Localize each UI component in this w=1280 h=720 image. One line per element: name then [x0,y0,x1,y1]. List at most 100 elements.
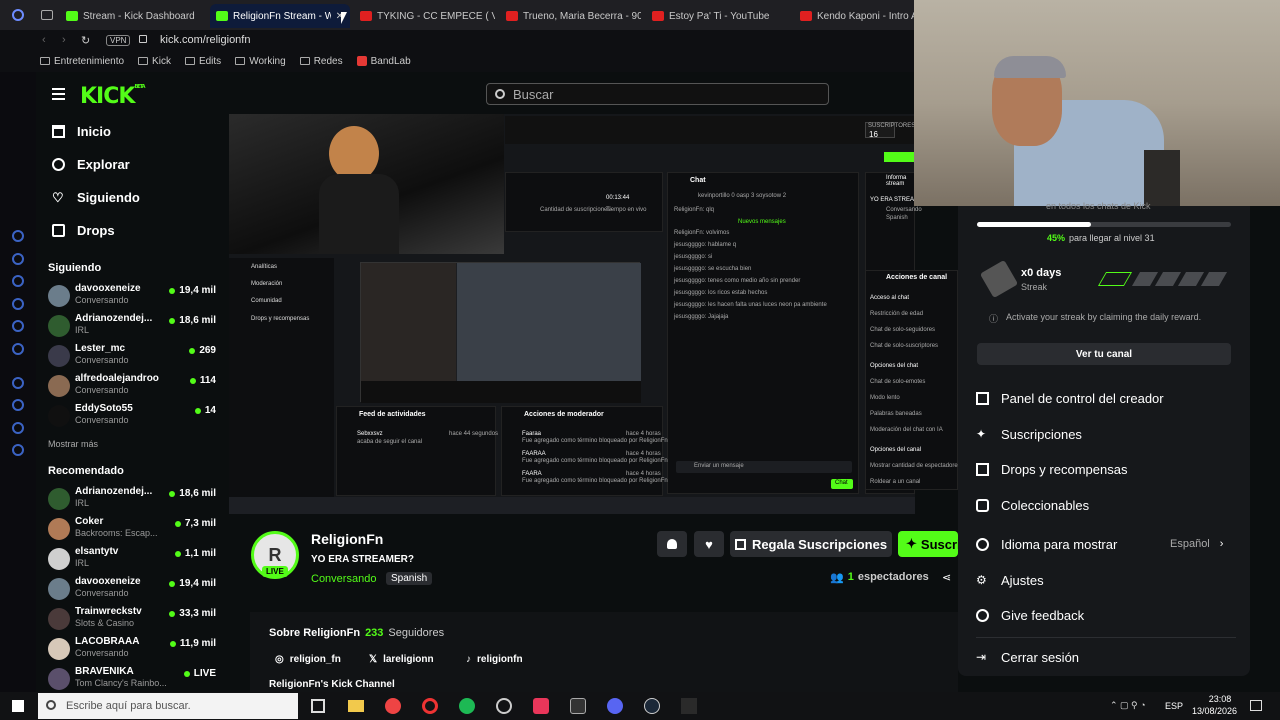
tab-label: Estoy Pa' Ti - YouTube [669,10,770,22]
menu-collectibles[interactable]: Coleccionables [976,498,1089,513]
forward-icon[interactable]: › [62,34,66,46]
social-tiktok[interactable]: ♪ religionfn [466,654,523,665]
clock-time[interactable]: 23:08 [1200,694,1240,704]
menu-drops[interactable]: Drops y recompensas [976,462,1127,477]
bookmark-entretenimiento[interactable]: Entretenimiento [40,56,124,67]
tab-kendo-kaponi[interactable]: Kendo Kaponi - Intro Ap [800,6,914,26]
task-view-icon[interactable] [311,699,325,713]
nav-drops[interactable]: Drops [52,223,115,238]
file-explorer-icon[interactable] [348,700,364,712]
menu-creator-dashboard[interactable]: Panel de control del creador [976,391,1164,406]
menu-logout[interactable]: ⇥ Cerrar sesión [976,650,1079,665]
inner-feed-title: Feed de actividades [359,411,426,418]
menu-subscriptions[interactable]: ✦ Suscripciones [976,427,1082,442]
steam-icon[interactable] [644,698,660,714]
subscribe-button[interactable]: ✦ Suscri [898,531,961,557]
tab-overview-icon[interactable] [41,10,53,20]
menu-feedback[interactable]: Give feedback [976,608,1084,623]
bookmark-edits[interactable]: Edits [184,56,221,67]
opera-icon[interactable] [422,698,438,714]
discord-app-icon[interactable] [607,698,623,714]
windows-start-icon[interactable] [12,700,24,712]
level-percent: 45% [1047,233,1066,243]
browser-menu-icon[interactable] [12,9,24,21]
menu-settings[interactable]: ⚙ Ajustes [976,573,1044,588]
capcut-icon[interactable] [570,698,586,714]
bookmark-redes[interactable]: Redes [299,56,343,67]
youtube-favicon-icon [506,11,518,21]
reload-icon[interactable]: ↻ [81,34,90,47]
obs-icon[interactable] [496,698,512,714]
instagram-icon: ◎ [275,654,284,665]
tab-religionfn[interactable]: ReligionFn Stream - W ✕ [210,4,350,28]
avatar [48,375,70,397]
taskbar-search-placeholder: Escribe aquí para buscar. [66,700,191,712]
inner-dashboard-nav: Analíticas Moderación Comunidad Drops y … [229,258,334,498]
menu-language[interactable]: Idioma para mostrar [976,537,1117,552]
home-icon [52,125,65,138]
bookmark-working[interactable]: Working [235,56,286,67]
notifications-icon[interactable] [1250,700,1262,711]
live-dot-icon [174,520,181,527]
kick-logo[interactable]: KICKBETA [80,84,146,109]
epic-games-icon[interactable] [681,698,697,714]
clock-date[interactable]: 13/08/2026 [1192,706,1237,716]
taskbar-search[interactable]: Escribe aquí para buscar. [38,693,298,719]
following-channel[interactable]: davooxeneize Conversando 19,4 mil [48,283,216,311]
stream-category[interactable]: Conversando [311,573,376,585]
input-language[interactable]: ESP [1165,701,1183,711]
back-icon[interactable]: ‹ [42,34,46,46]
following-channel[interactable]: alfredoalejandroo Conversando 114 [48,373,216,401]
show-more-link[interactable]: Mostrar más [48,439,98,449]
channel-name[interactable]: ReligionFn [311,531,383,547]
gift-subs-button[interactable]: Regala Suscripciones [730,531,892,557]
chrome-icon[interactable] [385,698,401,714]
system-tray-icons[interactable]: ⌃ ▢ ⚲ ◔ [1110,700,1146,711]
recommended-channel[interactable]: Coker Backrooms: Escap... 7,3 mil [48,516,216,544]
search-input[interactable]: Buscar [486,83,829,105]
downloads-icon[interactable] [12,399,24,411]
recommended-channel[interactable]: elsantytv IRL 1,1 mil [48,546,216,574]
recommended-channel[interactable]: davooxeneize Conversando 19,4 mil [48,576,216,604]
url-text[interactable]: kick.com/religionfn [160,34,250,46]
recommended-channel[interactable]: BRAVENIKA Tom Clancy's Rainbo... LIVE [48,666,216,694]
social-instagram[interactable]: ◎ religion_fn [275,654,341,665]
following-channel[interactable]: Lester_mc Conversando 269 [48,343,216,371]
social-x[interactable]: 𝕏lareligionn [369,654,434,665]
recommended-channel[interactable]: LACOBRAAA Conversando 11,9 mil [48,636,216,664]
tiktok-icon[interactable] [12,320,24,332]
notifications-button[interactable] [657,531,687,557]
spotify-icon[interactable] [459,698,475,714]
language-tag[interactable]: Spanish [386,572,433,585]
messenger-icon[interactable] [12,230,24,242]
vpn-badge[interactable]: VPN [106,34,131,46]
recommended-channel[interactable]: Adrianozendej... IRL 18,6 mil [48,486,216,514]
following-channel[interactable]: EddySoto55 Conversando 14 [48,403,216,431]
following-channel[interactable]: Adrianozendej... IRL 18,6 mil [48,313,216,341]
nav-explorar[interactable]: Explorar [52,157,130,172]
whatsapp-icon[interactable] [12,253,24,265]
settings-icon[interactable] [12,444,24,456]
bookmark-bandlab[interactable]: BandLab [356,56,411,67]
bookmark-kick[interactable]: Kick [138,56,171,67]
hamburger-menu-icon[interactable] [52,88,65,100]
tab-trueno[interactable]: Trueno, Maria Becerra - 90 [506,6,641,26]
tab-kick-dashboard[interactable]: Stream - Kick Dashboard [66,6,206,26]
nav-inicio[interactable]: Inicio [52,124,111,139]
live-dot-icon [169,490,176,497]
history-icon[interactable] [12,377,24,389]
x-icon[interactable] [12,343,24,355]
tab-tyking[interactable]: TYKING - CC EMPECE ( VI [360,6,495,26]
view-channel-button[interactable]: Ver tu canal [977,343,1231,365]
instagram-icon[interactable] [12,298,24,310]
discord-icon[interactable] [12,275,24,287]
recommended-channel[interactable]: Trainwreckstv Slots & Casino 33,3 mil [48,606,216,634]
share-icon[interactable]: ⋖ [942,571,951,584]
extensions-icon[interactable] [12,422,24,434]
nav-siguiendo[interactable]: ♡ Siguiendo [52,190,140,205]
follow-button[interactable]: ♥ [694,531,724,557]
tab-estoy-pa-ti[interactable]: Estoy Pa' Ti - YouTube [652,6,787,26]
inner-stats-panel: 00:13:44 Tiempo en vivo Cantidad de susc… [505,172,663,232]
tiktok-app-icon[interactable] [533,698,549,714]
inner-action: Mostrar cantidad de espectadores [870,463,961,469]
